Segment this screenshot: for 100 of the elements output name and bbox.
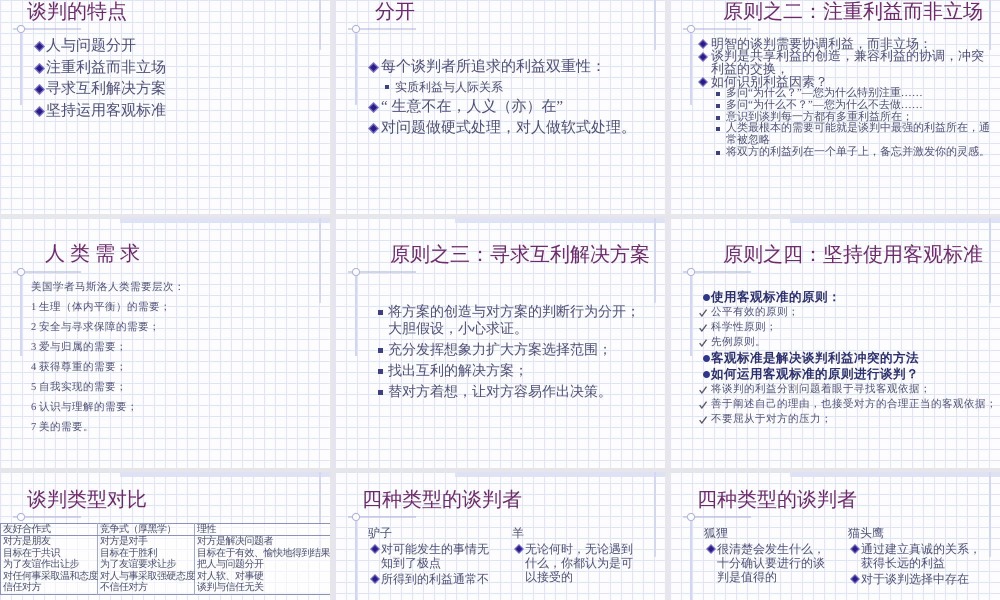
square-bullet-icon <box>716 92 720 96</box>
vertical-accent-line <box>690 33 692 105</box>
bullet-text: 对于谈判选择中存在 <box>861 572 969 586</box>
vertical-accent-line <box>319 0 321 50</box>
slide-title: 原则之三：寻求互利解决方案 <box>390 243 650 267</box>
circle-bullet-icon <box>703 370 710 378</box>
section-heading: 使用客观标准的原则： <box>711 289 841 305</box>
diamond-bullet-icon <box>514 544 524 554</box>
sub-bullet-text: 意识到谈判每一方都有多重利益所在； <box>726 112 913 123</box>
diamond-bullet-icon <box>368 102 379 112</box>
title-rule-drawing <box>683 512 751 522</box>
slide-title: 原则之二：注重利益而非立场 <box>723 0 983 24</box>
diamond-bullet-icon <box>368 122 379 134</box>
table-cell: 目标在于胜利 <box>98 548 194 559</box>
check-item-text: 善于阐述自己的理由，也接受对方的合理正当的客观依据； <box>711 397 997 412</box>
bullet-text: 每个谈判者所追求的利益双重性： <box>381 58 606 76</box>
bullet-text: 如何识别利益因素？ <box>711 76 828 88</box>
title-rule-drawing <box>348 512 416 522</box>
bullet-text: 将方案的创造与对方案的判断行为分开；大胆假设，小心求证。 <box>388 304 641 338</box>
square-bullet-icon <box>378 368 383 374</box>
body-text: 7 美的需要。 <box>31 420 94 435</box>
section-heading: 客观标准是解决谈判利益冲突的方法 <box>711 350 919 366</box>
diamond-bullet-icon <box>370 544 380 554</box>
diamond-bullet-icon <box>850 574 860 584</box>
diamond-bullet-icon <box>34 62 45 74</box>
bullet-text: 谈判是共享利益的创造，兼容利益的协调，冲突利益的交换， <box>711 50 985 76</box>
diamond-bullet-icon <box>368 62 379 72</box>
bullet-text: 坚持运用客观标准 <box>46 101 166 120</box>
table-cell: 为了友谊作出让步 <box>0 559 98 570</box>
table-cell: 目标在于有效、愉快地得到结果 <box>194 548 330 559</box>
bullet-text: 人与问题分开 <box>46 36 136 56</box>
title-rule-drawing <box>13 267 81 277</box>
diamond-bullet-icon <box>34 41 45 52</box>
square-bullet-icon <box>716 116 720 120</box>
bullet-text: 很清楚会发生什么，十分确认要进行的谈判是值得的 <box>717 542 826 584</box>
table-cell: 目标在于共识 <box>0 548 98 559</box>
diamond-bullet-icon <box>698 76 708 87</box>
check-item-text: 先例原则。 <box>711 335 766 350</box>
square-bullet-icon <box>716 104 720 108</box>
table-cell: 对任何事采取温和态度 <box>0 570 98 582</box>
slide-title: 分开 <box>375 0 415 24</box>
square-bullet-icon <box>378 390 383 394</box>
square-bullet-icon <box>716 127 720 132</box>
check-item-text: 不要屈从于对方的压力； <box>711 412 832 427</box>
table-cell: 对方是解决问题者 <box>194 536 330 548</box>
bullet-text: 寻求互利解决方案 <box>46 79 166 99</box>
square-bullet-icon <box>378 310 383 314</box>
diamond-bullet-icon <box>34 84 45 96</box>
slide-title: 人 类 需 求 <box>45 242 140 266</box>
square-bullet-icon <box>716 150 720 155</box>
body-text: 4 获得尊重的需要； <box>31 360 127 375</box>
diamond-bullet-icon <box>698 52 708 62</box>
bullet-text: 找出互利的解决方案； <box>388 362 528 380</box>
table-cell: 对方是朋友 <box>0 536 98 548</box>
diamond-bullet-icon <box>370 574 380 584</box>
column-heading: 驴子 <box>368 526 392 540</box>
body-text: 1 生理（体内平衡）的需要； <box>31 300 171 315</box>
slide-title: 谈判的特点 <box>27 0 127 24</box>
table-cell: 对人与事采取强硬态度 <box>98 570 194 582</box>
column-header: 友好合作式 <box>0 524 98 536</box>
circle-bullet-icon <box>703 294 710 300</box>
bullet-text: 无论何时，无论遇到什么，你都认为是可以接受的 <box>525 542 634 584</box>
sub-bullet-text: 实质利益与人际关系 <box>395 78 503 96</box>
body-text: 6 认识与理解的需要； <box>31 400 138 415</box>
sub-bullet-text: 多问“为什么？”—您为什么特别注重…… <box>726 88 923 100</box>
title-rule-drawing <box>348 24 416 34</box>
column-heading: 猫头鹰 <box>848 526 884 540</box>
sub-bullet-text: 人类最根本的需要可能就是谈判中最强的利益所在，通常被忽略 <box>726 123 991 146</box>
square-bullet-icon <box>385 85 389 89</box>
sub-bullet-text: 多问“为什么不？”—您为什么不去做…… <box>726 100 923 112</box>
table-cell: 信任对方 <box>0 582 98 594</box>
slide-title: 谈判类型对比 <box>27 488 147 512</box>
bullet-text: 所得到的利益通常不 <box>381 572 489 586</box>
table-cell: 不信任对方 <box>98 582 194 594</box>
diamond-bullet-icon <box>34 106 45 117</box>
bullet-text: 充分发挥想象力扩大方案选择范围； <box>388 342 612 358</box>
bullet-text: 替对方着想，让对方容易作出决策。 <box>388 384 612 400</box>
body-text: 5 自我实现的需要； <box>31 380 127 395</box>
column-header: 理性 <box>194 524 330 536</box>
column-header: 竞争式（厚黑学） <box>98 524 194 536</box>
table-cell: 为了友谊要求让步 <box>98 559 194 570</box>
check-item-text: 科学性原则； <box>711 320 777 335</box>
title-rule-drawing <box>348 267 416 277</box>
vertical-accent-line <box>654 0 656 50</box>
sub-bullet-text: 将双方的利益列在一个单子上，备忘并激发你的灵感。 <box>726 146 990 159</box>
bullet-text: 注重利益而非立场 <box>46 58 166 78</box>
diamond-bullet-icon <box>850 544 860 554</box>
bullet-text: 明智的谈判需要协调利益，而非立场： <box>711 38 932 50</box>
slide-title: 四种类型的谈判者 <box>697 488 857 512</box>
diamond-bullet-icon <box>698 38 708 49</box>
bullet-text: 对可能发生的事情无知到了极点 <box>381 542 490 570</box>
bullet-text: 通过建立真诚的关系，获得长远的利益 <box>861 542 982 570</box>
title-rule-drawing <box>683 267 751 277</box>
table-cell: 谈判与信任无关 <box>194 582 330 594</box>
table-cell: 把人与问题分开 <box>194 559 330 570</box>
bullet-text: “ 生意不在，人义（亦）在” <box>381 98 564 116</box>
column-heading: 羊 <box>512 526 524 540</box>
table-cell: 对方是对手 <box>98 536 194 548</box>
title-rule-drawing <box>13 512 81 522</box>
square-bullet-icon <box>378 348 383 352</box>
